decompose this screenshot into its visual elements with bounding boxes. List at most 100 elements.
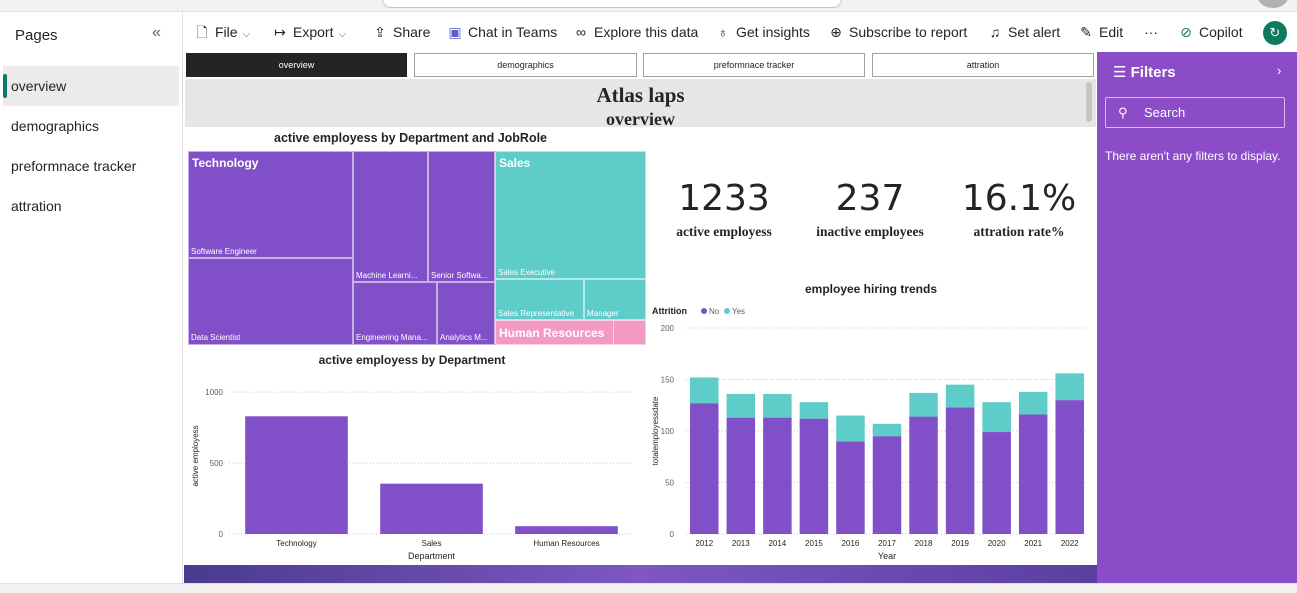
kpi-attration-value: 16.1% <box>961 178 1077 219</box>
refresh-icon[interactable]: ↻ <box>1263 21 1287 45</box>
y-tick-label: 0 <box>219 530 224 539</box>
tab-demographics[interactable]: demographics <box>414 53 637 77</box>
treemap-label: Software Engineer <box>191 247 257 256</box>
bar <box>380 483 483 534</box>
file-menu[interactable]: 🗋 File ⌵ <box>194 12 250 52</box>
bar-no <box>836 441 865 534</box>
page-item-overview[interactable]: overview <box>3 66 179 106</box>
x-tick-label: 2020 <box>988 539 1006 548</box>
account-avatar[interactable] <box>1258 0 1288 8</box>
tab-performance-tracker[interactable]: preformnace tracker <box>643 53 865 77</box>
legend-marker <box>701 308 707 314</box>
kpi-active-label: active employess <box>676 224 772 239</box>
browser-top-strip <box>0 0 1297 12</box>
pages-pane: Pages « overview demographics preformnac… <box>0 12 183 583</box>
header-scrollbar[interactable] <box>1086 82 1092 122</box>
filters-pane: ☰ Filters › ⚲ Search There aren't any fil… <box>1097 52 1297 583</box>
page-item-attration[interactable]: attration <box>3 186 179 226</box>
share-icon: ⇪ <box>374 24 386 40</box>
treemap-title: active employess by Department and JobRo… <box>274 131 548 145</box>
report-subtitle: overview <box>606 109 675 129</box>
bar-no <box>726 417 756 534</box>
tab-overview[interactable]: overview <box>186 53 407 77</box>
chevron-right-icon[interactable]: › <box>1277 63 1281 78</box>
bar-yes <box>726 393 756 418</box>
file-icon: 🗋 <box>196 24 208 40</box>
legend-label: Yes <box>732 307 745 316</box>
filter-search-placeholder: Search <box>1144 105 1186 120</box>
x-tick-label: 2021 <box>1024 539 1042 548</box>
footer-band <box>184 565 1097 583</box>
treemap-cell-data-scientist[interactable] <box>188 258 353 345</box>
pencil-icon: ✎ <box>1080 24 1092 40</box>
bar-yes <box>799 402 829 419</box>
x-tick-label: 2018 <box>915 539 933 548</box>
address-bar[interactable] <box>382 0 842 8</box>
x-tick-label: 2017 <box>878 539 896 548</box>
report-title: Atlas laps <box>596 83 685 107</box>
bar-yes <box>690 377 719 404</box>
treemap-cell-machine-learning[interactable] <box>353 151 428 282</box>
treemap-label: Senior Softwa... <box>431 271 488 280</box>
bell-icon: ♫ <box>989 24 1001 40</box>
bar-yes <box>1055 373 1084 401</box>
filters-header: ☰ Filters <box>1113 63 1176 81</box>
treemap-cell-hr-sub[interactable] <box>613 320 646 345</box>
bar-no <box>909 416 938 534</box>
bar-yes <box>982 402 1011 433</box>
file-label: File <box>215 24 238 40</box>
edit-label: Edit <box>1099 24 1124 40</box>
copilot-button[interactable]: ⊘ Copilot <box>1178 12 1242 52</box>
x-axis-label: Department <box>408 551 456 561</box>
set-alert-button[interactable]: ♫ Set alert <box>987 12 1060 52</box>
treemap-visual[interactable]: Technology Sales Human Resources Softwar… <box>188 151 646 345</box>
alert-label: Set alert <box>1008 24 1061 40</box>
page-item-demographics[interactable]: demographics <box>3 106 179 146</box>
chevron-down-icon: ⌵ <box>338 29 347 40</box>
treemap-label: Manager <box>587 309 619 318</box>
share-button[interactable]: ⇪ Share <box>372 12 430 52</box>
legend-title: Attrition <box>652 306 687 316</box>
page-tabs: overview demographics preformnace tracke… <box>184 52 1097 79</box>
explore-data-button[interactable]: ∞ Explore this data <box>573 12 698 52</box>
bar-yes <box>763 393 792 418</box>
lightbulb-icon: ♁ <box>717 24 729 40</box>
treemap-cell-senior-software[interactable] <box>428 151 495 282</box>
more-options-button[interactable]: ··· <box>1144 12 1158 52</box>
tab-attration[interactable]: attration <box>872 53 1094 77</box>
kpi-inactive-label: inactive employees <box>816 224 924 239</box>
search-icon: ⚲ <box>1118 105 1128 120</box>
dept-bar-chart[interactable]: active employess by Department 0 500 1000 Te… <box>184 346 644 562</box>
collapse-pages-icon[interactable]: « <box>152 24 161 42</box>
kpi-active-value: 1233 <box>678 178 770 219</box>
x-tick-label: 2013 <box>732 539 750 548</box>
treemap-cell-sales-executive[interactable] <box>495 151 646 279</box>
get-insights-button[interactable]: ♁ Get insights <box>715 12 810 52</box>
bar <box>515 526 618 534</box>
bar <box>245 416 348 534</box>
kpi-inactive-value: 237 <box>835 178 905 219</box>
export-menu[interactable]: ↦ Export ⌵ <box>272 12 346 52</box>
treemap-dept-human-resources: Human Resources <box>499 326 605 340</box>
x-tick-label: 2015 <box>805 539 823 548</box>
y-tick-label: 150 <box>661 376 675 385</box>
x-tick-label: 2022 <box>1061 539 1079 548</box>
page-item-performance-tracker[interactable]: preformnace tracker <box>3 146 179 186</box>
report-header: Atlas laps overview <box>185 79 1096 129</box>
bar-yes <box>909 392 938 417</box>
bar-no <box>763 417 792 534</box>
subscribe-button[interactable]: ⊕ Subscribe to report <box>828 12 967 52</box>
edit-button[interactable]: ✎ Edit <box>1078 12 1123 52</box>
status-bar <box>0 583 1297 593</box>
chat-in-teams-button[interactable]: ▣ Chat in Teams <box>447 12 557 52</box>
x-tick-label: Sales <box>421 539 441 548</box>
x-tick-label: Technology <box>276 539 316 548</box>
y-tick-label: 1000 <box>205 388 223 397</box>
treemap-label: Engineering Mana... <box>356 333 428 342</box>
chart-title: active employess by Department <box>319 353 506 367</box>
y-tick-label: 0 <box>670 530 675 539</box>
hiring-trend-chart[interactable]: employee hiring trends Attrition No Yes 0 50 1… <box>646 274 1096 564</box>
x-tick-label: 2012 <box>695 539 713 548</box>
filter-search-input[interactable]: ⚲ Search <box>1105 97 1285 128</box>
treemap-dept-sales: Sales <box>499 156 531 170</box>
